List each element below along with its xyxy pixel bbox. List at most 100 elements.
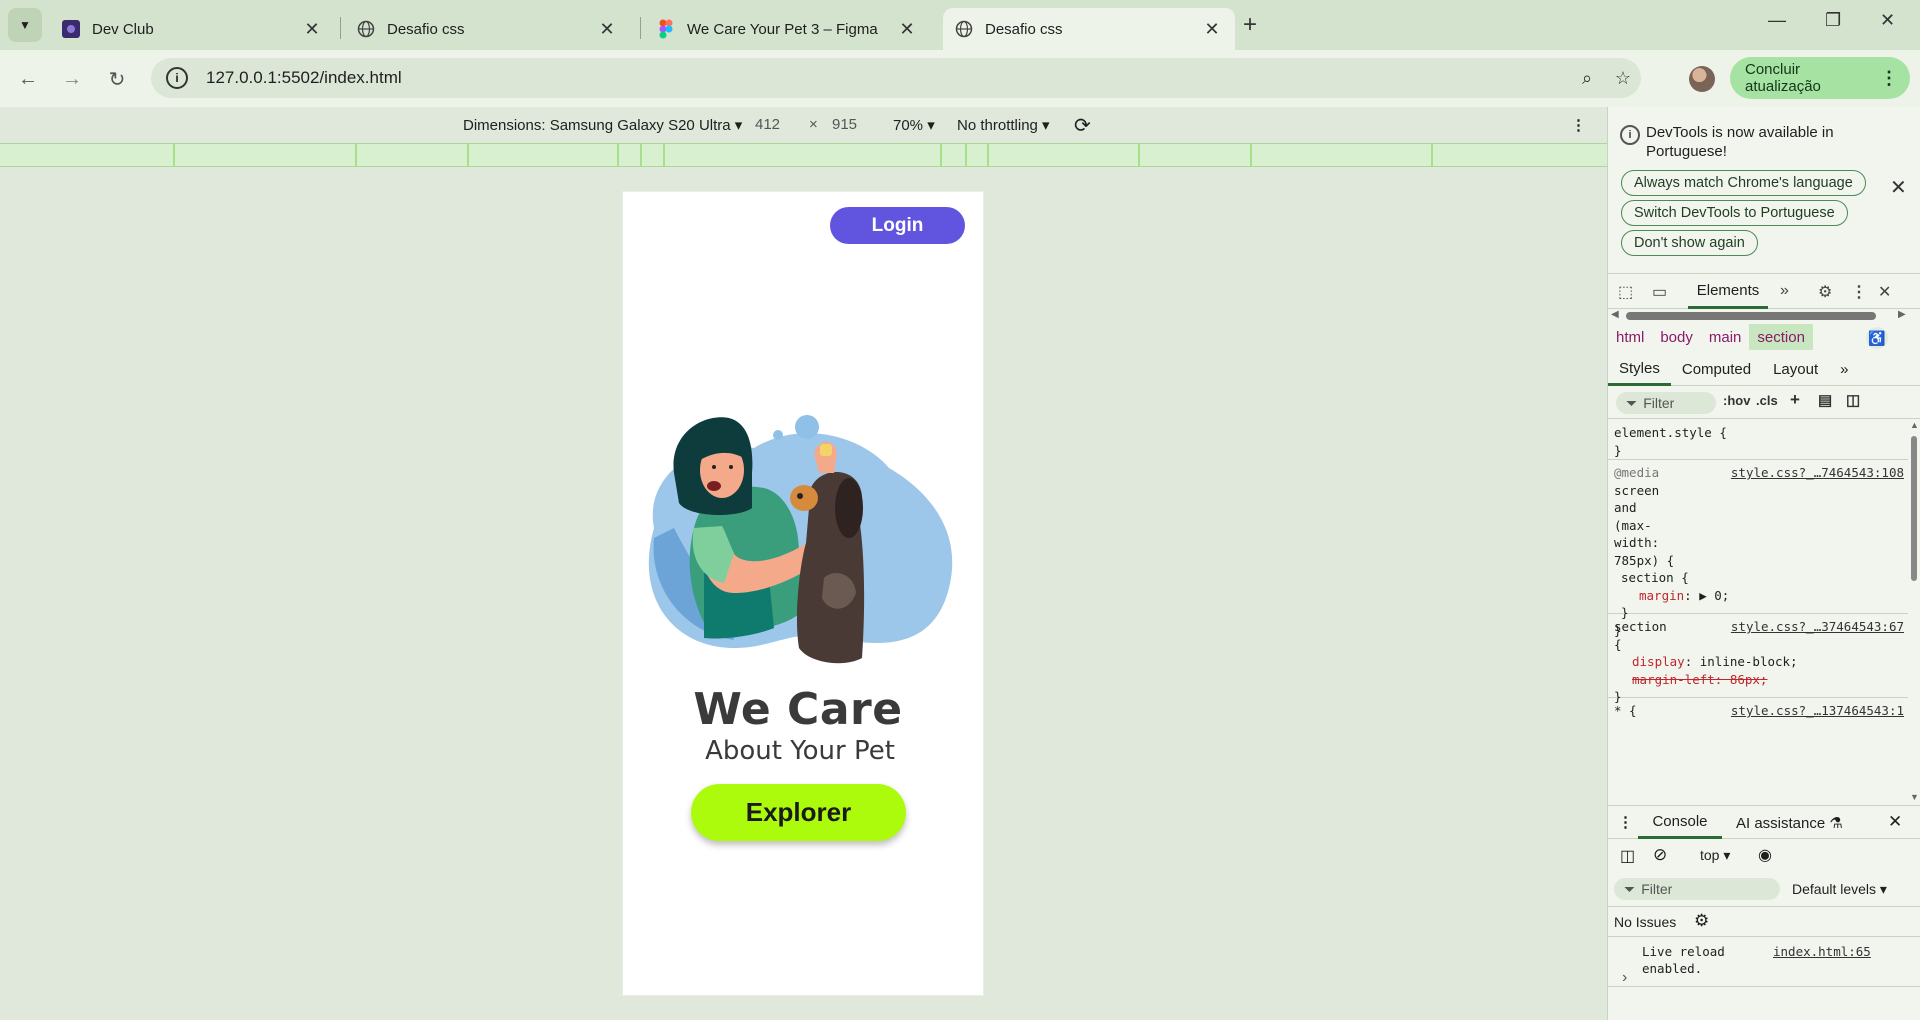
- zoom-select[interactable]: 70% ▾: [893, 116, 935, 134]
- tab-desafio-css-1[interactable]: Desafio css ✕: [345, 8, 630, 50]
- close-icon[interactable]: ✕: [896, 19, 918, 40]
- rule-selector: section {: [1621, 570, 1689, 585]
- scroll-thumb[interactable]: [1626, 312, 1876, 320]
- live-expression-eye-icon[interactable]: ◉: [1758, 845, 1772, 865]
- breadcrumb-body[interactable]: body: [1652, 324, 1701, 350]
- sidebar-toggle-icon[interactable]: ◫: [1620, 846, 1635, 866]
- tab-computed[interactable]: Computed: [1671, 354, 1762, 386]
- issues-text: No Issues: [1614, 914, 1677, 930]
- rule-section[interactable]: section style.css?_…37464543:67 { displa…: [1608, 614, 1908, 704]
- breadcrumb-section[interactable]: section: [1749, 324, 1813, 350]
- more-vert-icon[interactable]: ⋮: [1851, 282, 1867, 302]
- gear-icon[interactable]: ⚙: [1818, 282, 1832, 302]
- rotate-icon[interactable]: ⟳: [1074, 113, 1091, 138]
- close-icon[interactable]: ✕: [1201, 19, 1223, 40]
- tab-desafio-css-active[interactable]: Desafio css ✕: [943, 8, 1235, 50]
- update-button[interactable]: Concluir atualização ⋮: [1730, 57, 1910, 99]
- console-filter-input[interactable]: ⏷ Filter: [1614, 878, 1780, 900]
- ruler-tick: [640, 144, 642, 166]
- styles-filter-input[interactable]: ⏷ Filter: [1616, 392, 1716, 414]
- breadcrumb-main[interactable]: main: [1701, 324, 1750, 350]
- cls-toggle[interactable]: .cls: [1756, 393, 1778, 408]
- tab-elements[interactable]: Elements: [1688, 274, 1768, 309]
- device-height-input[interactable]: 915: [832, 116, 857, 133]
- console-prompt[interactable]: ›: [1622, 969, 1627, 987]
- reload-icon[interactable]: ↻: [102, 64, 132, 94]
- context-select[interactable]: top ▾: [1700, 847, 1730, 864]
- close-icon[interactable]: ✕: [1890, 175, 1907, 200]
- login-button[interactable]: Login: [830, 207, 965, 244]
- rule-source-link[interactable]: style.css?_…137464543:1: [1731, 702, 1904, 720]
- explore-button[interactable]: Explorer: [691, 784, 906, 841]
- device-width-input[interactable]: 412: [755, 116, 780, 133]
- globe-icon: [357, 20, 375, 38]
- scroll-up-icon[interactable]: ▲: [1910, 420, 1919, 430]
- tab-search-button[interactable]: ▼: [8, 8, 42, 42]
- new-rule-plus-icon[interactable]: +: [1790, 390, 1800, 410]
- media-query-ruler[interactable]: [0, 143, 1607, 167]
- throttling-select[interactable]: No throttling ▾: [957, 116, 1050, 134]
- declaration-margin-left[interactable]: margin-left: 86px;: [1614, 671, 1908, 689]
- back-arrow-icon[interactable]: ←: [13, 64, 43, 94]
- close-drawer-icon[interactable]: ✕: [1888, 812, 1902, 832]
- bookmark-star-icon[interactable]: ☆: [1605, 68, 1641, 89]
- tab-dev-club[interactable]: Dev Club ✕: [50, 8, 335, 50]
- tab-styles[interactable]: Styles: [1608, 354, 1671, 386]
- tab-figma[interactable]: We Care Your Pet 3 – Figma ✕: [645, 8, 930, 50]
- more-vert-icon[interactable]: ⋮: [1618, 813, 1633, 831]
- tab-console[interactable]: Console: [1638, 806, 1722, 839]
- zoom-icon[interactable]: ⌕: [1569, 68, 1605, 89]
- rule-universal[interactable]: * { style.css?_…137464543:1: [1608, 698, 1908, 738]
- inspect-element-icon[interactable]: ⬚: [1618, 282, 1633, 302]
- dont-show-again-button[interactable]: Don't show again: [1621, 230, 1758, 256]
- rule-element-style[interactable]: element.style { }: [1608, 420, 1908, 460]
- new-tab-plus-icon[interactable]: +: [1243, 12, 1257, 38]
- scroll-down-icon[interactable]: ▼: [1910, 792, 1919, 802]
- sidebar-toggle-icon[interactable]: ◫: [1846, 391, 1860, 409]
- rule-source-link[interactable]: style.css?_…7464543:108: [1731, 464, 1904, 482]
- address-bar[interactable]: i 127.0.0.1:5502/index.html ⌕ ☆: [151, 58, 1641, 98]
- window-close-icon[interactable]: ✕: [1880, 10, 1895, 31]
- switch-language-button[interactable]: Switch DevTools to Portuguese: [1621, 200, 1848, 226]
- close-devtools-icon[interactable]: ✕: [1878, 282, 1891, 302]
- scroll-right-icon[interactable]: ▶: [1898, 309, 1906, 320]
- clear-console-icon[interactable]: ⊘: [1653, 845, 1667, 865]
- more-vert-icon[interactable]: ⋮: [1571, 116, 1586, 134]
- accessibility-icon[interactable]: ♿: [1866, 327, 1888, 349]
- elements-hscroll[interactable]: ◀ ▶: [1608, 309, 1920, 323]
- match-language-button[interactable]: Always match Chrome's language: [1621, 170, 1866, 196]
- forward-arrow-icon[interactable]: →: [57, 64, 87, 94]
- declaration-display[interactable]: display: inline-block;: [1614, 653, 1908, 671]
- browser-toolbar: ← → ↻ i 127.0.0.1:5502/index.html ⌕ ☆ Co…: [0, 50, 1920, 107]
- minimize-icon[interactable]: —: [1768, 10, 1786, 31]
- rule-media-section[interactable]: @media style.css?_…7464543:108 screen an…: [1608, 460, 1908, 638]
- tab-layout[interactable]: Layout: [1762, 354, 1829, 386]
- hov-toggle[interactable]: :hov: [1723, 393, 1750, 408]
- close-icon[interactable]: ✕: [596, 19, 618, 40]
- console-toolbar: ◫ ⊘ top ▾ ◉: [1608, 839, 1920, 873]
- log-text: enabled.: [1642, 961, 1703, 976]
- profile-avatar[interactable]: [1689, 66, 1715, 92]
- scroll-thumb[interactable]: [1911, 436, 1917, 581]
- declaration-margin[interactable]: margin: ▶ 0;: [1614, 587, 1908, 605]
- site-info-icon[interactable]: i: [166, 67, 188, 89]
- ruler-tick: [355, 144, 357, 166]
- rule-source-link[interactable]: style.css?_…37464543:67: [1731, 618, 1904, 636]
- log-source-link[interactable]: index.html:65: [1773, 943, 1871, 960]
- breadcrumb-html[interactable]: html: [1608, 324, 1652, 350]
- device-dimensions-select[interactable]: Dimensions: Samsung Galaxy S20 Ultra ▾: [463, 116, 742, 134]
- tab-ai-assistance[interactable]: AI assistance ⚗: [1736, 814, 1843, 832]
- device-toggle-icon[interactable]: ▭: [1652, 282, 1667, 302]
- log-levels-select[interactable]: Default levels ▾: [1792, 881, 1887, 898]
- styles-vscroll[interactable]: ▲ ▼: [1908, 420, 1920, 805]
- paint-brush-icon[interactable]: ▤: [1818, 391, 1832, 409]
- gear-icon[interactable]: ⚙: [1694, 911, 1709, 931]
- close-icon[interactable]: ✕: [301, 19, 323, 40]
- scroll-left-icon[interactable]: ◀: [1611, 309, 1619, 320]
- more-tabs-icon[interactable]: »: [1780, 282, 1789, 300]
- restore-icon[interactable]: ❐: [1825, 10, 1841, 31]
- more-tabs-icon[interactable]: »: [1829, 354, 1859, 386]
- chevron-down-icon: ▼: [19, 18, 31, 32]
- ruler-tick: [467, 144, 469, 166]
- url-text[interactable]: 127.0.0.1:5502/index.html: [206, 68, 1569, 88]
